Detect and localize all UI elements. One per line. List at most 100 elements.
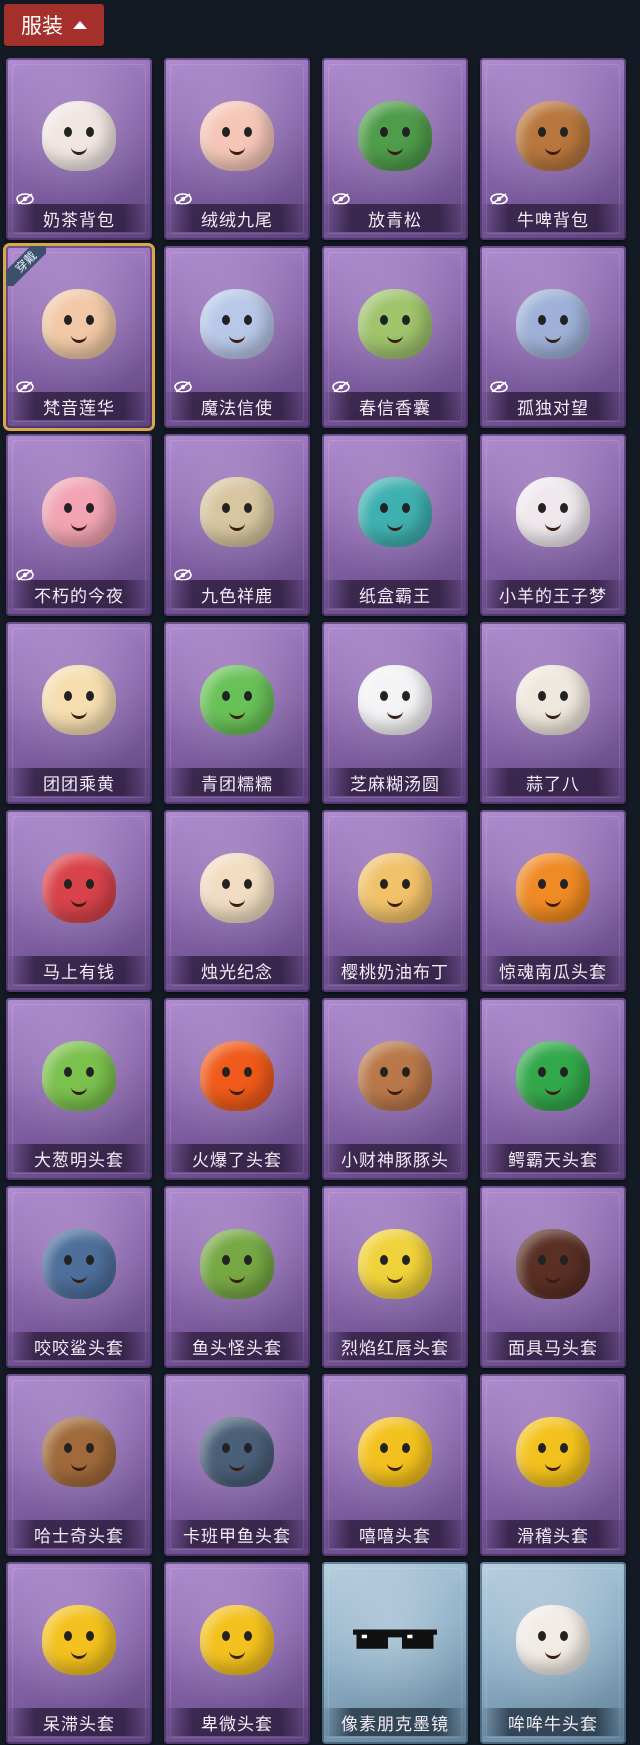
costume-image bbox=[353, 96, 437, 176]
costume-card[interactable]: 烛光纪念 bbox=[164, 810, 310, 992]
costume-card-body: 魔法信使 bbox=[164, 246, 310, 428]
costume-card[interactable]: 穿戴 梵音莲华 bbox=[6, 246, 152, 428]
costume-card[interactable]: 咬咬鲨头套 bbox=[6, 1186, 152, 1368]
costume-card-body: 哞哞牛头套 bbox=[480, 1562, 626, 1744]
costume-name: 呆滞头套 bbox=[6, 1708, 152, 1736]
costume-image bbox=[511, 660, 595, 740]
costume-card[interactable]: 卡班甲鱼头套 bbox=[164, 1374, 310, 1556]
costume-card[interactable]: 放青松 bbox=[322, 58, 468, 240]
costume-card[interactable]: 面具马头套 bbox=[480, 1186, 626, 1368]
costume-image bbox=[511, 1600, 595, 1680]
hidden-eye-icon[interactable] bbox=[490, 190, 508, 205]
costume-figure bbox=[200, 1041, 274, 1111]
costume-name: 梵音莲华 bbox=[6, 392, 152, 420]
costume-image bbox=[37, 1412, 121, 1492]
costume-card-body: 青团糯糯 bbox=[164, 622, 310, 804]
costume-image bbox=[37, 1224, 121, 1304]
costume-card[interactable]: 大葱明头套 bbox=[6, 998, 152, 1180]
costume-figure bbox=[42, 1417, 116, 1487]
costume-image bbox=[511, 284, 595, 364]
costume-card[interactable]: 小羊的王子梦 bbox=[480, 434, 626, 616]
costume-figure bbox=[516, 101, 590, 171]
hidden-eye-icon[interactable] bbox=[332, 190, 350, 205]
costume-card[interactable]: 青团糯糯 bbox=[164, 622, 310, 804]
hidden-eye-icon[interactable] bbox=[174, 378, 192, 393]
equipped-badge: 穿戴 bbox=[6, 246, 46, 286]
hidden-eye-icon[interactable] bbox=[174, 190, 192, 205]
costume-card-body: 鱼头怪头套 bbox=[164, 1186, 310, 1368]
hidden-eye-icon[interactable] bbox=[16, 190, 34, 205]
costume-card[interactable]: 樱桃奶油布丁 bbox=[322, 810, 468, 992]
costume-name: 哞哞牛头套 bbox=[480, 1708, 626, 1736]
costume-name: 卡班甲鱼头套 bbox=[164, 1520, 310, 1548]
costume-card[interactable]: 春信香囊 bbox=[322, 246, 468, 428]
costume-card[interactable]: 烈焰红唇头套 bbox=[322, 1186, 468, 1368]
costume-name: 不朽的今夜 bbox=[6, 580, 152, 608]
costume-card[interactable]: 鳄霸天头套 bbox=[480, 998, 626, 1180]
costume-card[interactable]: 九色祥鹿 bbox=[164, 434, 310, 616]
costume-card[interactable]: 呆滞头套 bbox=[6, 1562, 152, 1744]
costume-figure bbox=[516, 1605, 590, 1675]
costume-card-body: 鳄霸天头套 bbox=[480, 998, 626, 1180]
costume-figure bbox=[200, 1417, 274, 1487]
costume-card[interactable]: 马上有钱 bbox=[6, 810, 152, 992]
costume-name: 烈焰红唇头套 bbox=[322, 1332, 468, 1360]
costume-card[interactable]: 鱼头怪头套 bbox=[164, 1186, 310, 1368]
hidden-eye-icon[interactable] bbox=[332, 378, 350, 393]
hidden-eye-icon[interactable] bbox=[16, 566, 34, 581]
costume-card[interactable]: 蒜了八 bbox=[480, 622, 626, 804]
costume-card-body: 咬咬鲨头套 bbox=[6, 1186, 152, 1368]
costume-card-body: 穿戴 梵音莲华 bbox=[6, 246, 152, 428]
costume-card[interactable]: 魔法信使 bbox=[164, 246, 310, 428]
costume-card[interactable]: 哞哞牛头套 bbox=[480, 1562, 626, 1744]
costume-card[interactable]: 纸盒霸王 bbox=[322, 434, 468, 616]
costume-card[interactable]: 奶茶背包 bbox=[6, 58, 152, 240]
costume-card-body: 马上有钱 bbox=[6, 810, 152, 992]
hidden-eye-icon[interactable] bbox=[174, 566, 192, 581]
costume-card-body: 卑微头套 bbox=[164, 1562, 310, 1744]
costume-name: 火爆了头套 bbox=[164, 1144, 310, 1172]
costume-card[interactable]: 火爆了头套 bbox=[164, 998, 310, 1180]
costume-figure bbox=[358, 1041, 432, 1111]
costume-card-body: 小财神豚豚头 bbox=[322, 998, 468, 1180]
costume-figure bbox=[42, 1041, 116, 1111]
costume-grid: 奶茶背包 绒绒九尾 放青松 牛啤背包穿戴梵音莲华 魔法信使 春信香囊 孤独对望不朽的今夜 九色… bbox=[6, 58, 626, 1744]
costume-card[interactable]: 不朽的今夜 bbox=[6, 434, 152, 616]
costume-image bbox=[353, 1224, 437, 1304]
costume-card[interactable]: 小财神豚豚头 bbox=[322, 998, 468, 1180]
costume-card[interactable]: 哈士奇头套 bbox=[6, 1374, 152, 1556]
costume-image bbox=[37, 1036, 121, 1116]
costume-name: 大葱明头套 bbox=[6, 1144, 152, 1172]
costume-card[interactable]: 芝麻糊汤圆 bbox=[322, 622, 468, 804]
costume-figure bbox=[200, 1605, 274, 1675]
costume-figure bbox=[358, 477, 432, 547]
costume-image bbox=[195, 1036, 279, 1116]
costume-image bbox=[353, 1036, 437, 1116]
costume-image bbox=[511, 472, 595, 552]
costume-figure bbox=[42, 665, 116, 735]
costume-name: 牛啤背包 bbox=[480, 204, 626, 232]
costume-card-body: 牛啤背包 bbox=[480, 58, 626, 240]
costume-card[interactable]: 卑微头套 bbox=[164, 1562, 310, 1744]
costume-card[interactable]: 嘻嘻头套 bbox=[322, 1374, 468, 1556]
costume-card[interactable]: 像素朋克墨镜 bbox=[322, 1562, 468, 1744]
costume-card[interactable]: 团团乘黄 bbox=[6, 622, 152, 804]
costume-image bbox=[195, 472, 279, 552]
costume-image bbox=[37, 848, 121, 928]
costume-figure bbox=[358, 665, 432, 735]
costume-image bbox=[195, 96, 279, 176]
hidden-eye-icon[interactable] bbox=[16, 378, 34, 393]
hidden-eye-icon[interactable] bbox=[490, 378, 508, 393]
costume-card[interactable]: 牛啤背包 bbox=[480, 58, 626, 240]
category-dropdown[interactable]: 服装 bbox=[4, 4, 104, 46]
costume-figure bbox=[200, 1229, 274, 1299]
costume-card-body: 奶茶背包 bbox=[6, 58, 152, 240]
costume-card[interactable]: 滑稽头套 bbox=[480, 1374, 626, 1556]
costume-card[interactable]: 惊魂南瓜头套 bbox=[480, 810, 626, 992]
costume-card-body: 孤独对望 bbox=[480, 246, 626, 428]
costume-card[interactable]: 绒绒九尾 bbox=[164, 58, 310, 240]
costume-name: 孤独对望 bbox=[480, 392, 626, 420]
costume-card[interactable]: 孤独对望 bbox=[480, 246, 626, 428]
costume-name: 绒绒九尾 bbox=[164, 204, 310, 232]
costume-name: 咬咬鲨头套 bbox=[6, 1332, 152, 1360]
